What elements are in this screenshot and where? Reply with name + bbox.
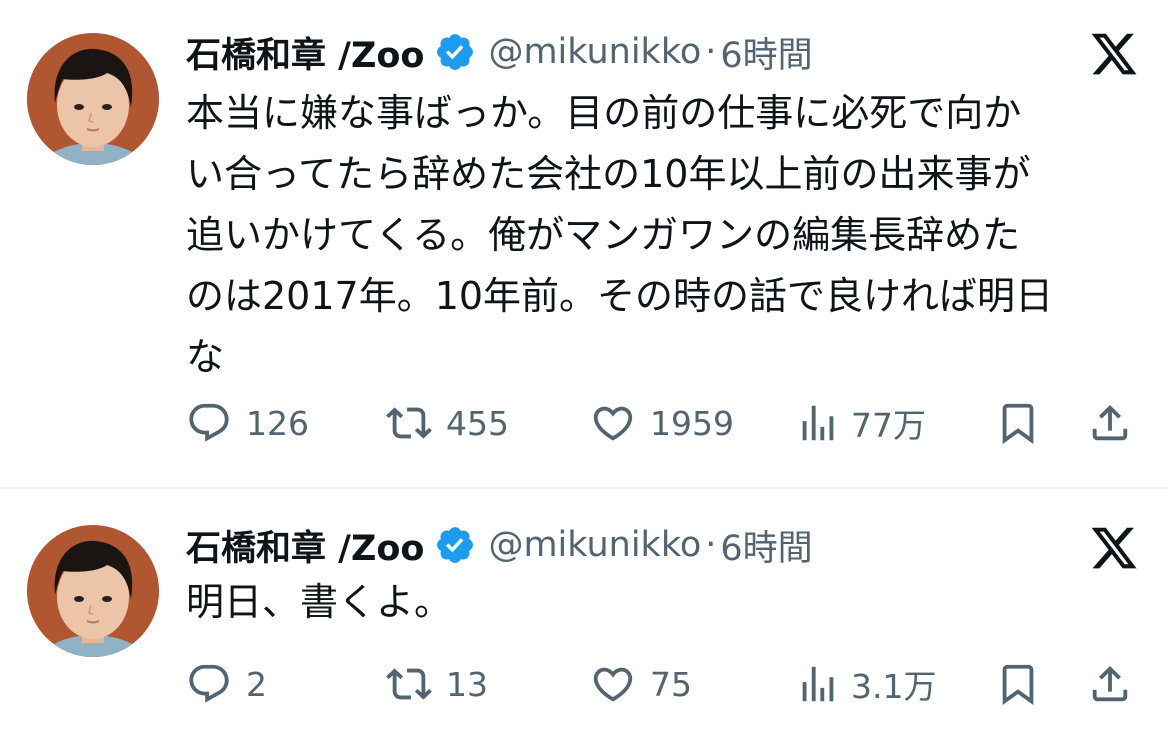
bookmark-button[interactable] [995, 400, 1041, 446]
retweet-icon [386, 668, 432, 700]
reply-button[interactable]: 2 [186, 661, 267, 707]
action-bar: 2 13 75 3.1万 [0, 661, 1170, 707]
tweet-text-line: 明日、書くよ。 [186, 580, 453, 624]
timestamp[interactable]: 6時間 [720, 27, 812, 78]
like-button[interactable]: 1959 [590, 400, 734, 446]
like-button[interactable]: 75 [590, 661, 692, 707]
tweet[interactable]: 石橋和章 /Zoo @mikunikko · 6時間 本当に嫌な事ばっか。目の前… [0, 0, 1170, 488]
reply-button[interactable]: 126 [186, 400, 309, 446]
handle[interactable]: @mikunikko [488, 32, 701, 72]
reply-count: 126 [246, 403, 309, 443]
x-logo-icon [1091, 33, 1137, 75]
tweet-text-line: な [186, 335, 225, 379]
bookmark-icon [1002, 664, 1034, 705]
views-count: 3.1万 [851, 667, 937, 706]
tweet-text-line: 追いかけてくる。俺がマンガワンの編集長辞めた [186, 213, 1021, 257]
x-logo-icon [1091, 527, 1137, 569]
avatar-photo [27, 525, 159, 657]
verified-badge-icon [437, 34, 474, 70]
avatar-photo [27, 33, 159, 165]
views-icon [802, 405, 834, 441]
reply-icon [189, 664, 229, 703]
share-icon [1092, 665, 1128, 702]
retweet-count: 455 [446, 403, 509, 443]
tweet-text: 明日、書くよ。 [186, 572, 1146, 633]
separator: · [705, 525, 717, 565]
heart-icon [593, 406, 633, 441]
heart-icon [593, 667, 633, 702]
retweet-button[interactable]: 455 [386, 400, 509, 446]
separator: · [705, 32, 717, 72]
tweet-text: 本当に嫌な事ばっか。目の前の仕事に必死で向か い合ってたら辞めた会社の10年以上… [186, 83, 1146, 388]
share-icon [1092, 404, 1128, 441]
views-icon [802, 666, 834, 702]
tweet-header: 石橋和章 /Zoo @mikunikko · 6時間 [186, 521, 813, 569]
retweet-icon [386, 407, 432, 439]
reply-icon [189, 403, 229, 442]
views-button[interactable]: 3.1万 [795, 661, 936, 707]
share-button[interactable] [1087, 661, 1133, 707]
display-name[interactable]: 石橋和章 /Zoo [186, 27, 424, 78]
avatar[interactable] [27, 525, 159, 657]
retweet-count: 13 [446, 664, 488, 704]
views-count: 77万 [851, 406, 926, 445]
bookmark-icon [1002, 403, 1034, 444]
like-count: 75 [650, 664, 692, 704]
tweet-text-line: い合ってたら辞めた会社の10年以上前の出来事が [186, 152, 1031, 196]
like-count: 1959 [650, 403, 734, 443]
bookmark-button[interactable] [995, 661, 1041, 707]
tweet[interactable]: 石橋和章 /Zoo @mikunikko · 6時間 明日、書くよ。 2 13 [0, 489, 1170, 736]
timestamp[interactable]: 6時間 [720, 520, 812, 571]
tweet-text-line: のは2017年。10年前。その時の話で良ければ明日 [186, 274, 1054, 318]
retweet-button[interactable]: 13 [386, 661, 488, 707]
tweet-text-line: 本当に嫌な事ばっか。目の前の仕事に必死で向か [186, 91, 1022, 135]
avatar[interactable] [27, 33, 159, 165]
verified-badge-icon [437, 527, 474, 563]
views-button[interactable]: 77万 [795, 400, 926, 446]
action-bar: 126 455 1959 77万 [0, 400, 1170, 446]
share-button[interactable] [1087, 400, 1133, 446]
display-name[interactable]: 石橋和章 /Zoo [186, 520, 424, 571]
handle[interactable]: @mikunikko [488, 525, 701, 565]
tweet-header: 石橋和章 /Zoo @mikunikko · 6時間 [186, 28, 813, 76]
reply-count: 2 [246, 664, 267, 704]
